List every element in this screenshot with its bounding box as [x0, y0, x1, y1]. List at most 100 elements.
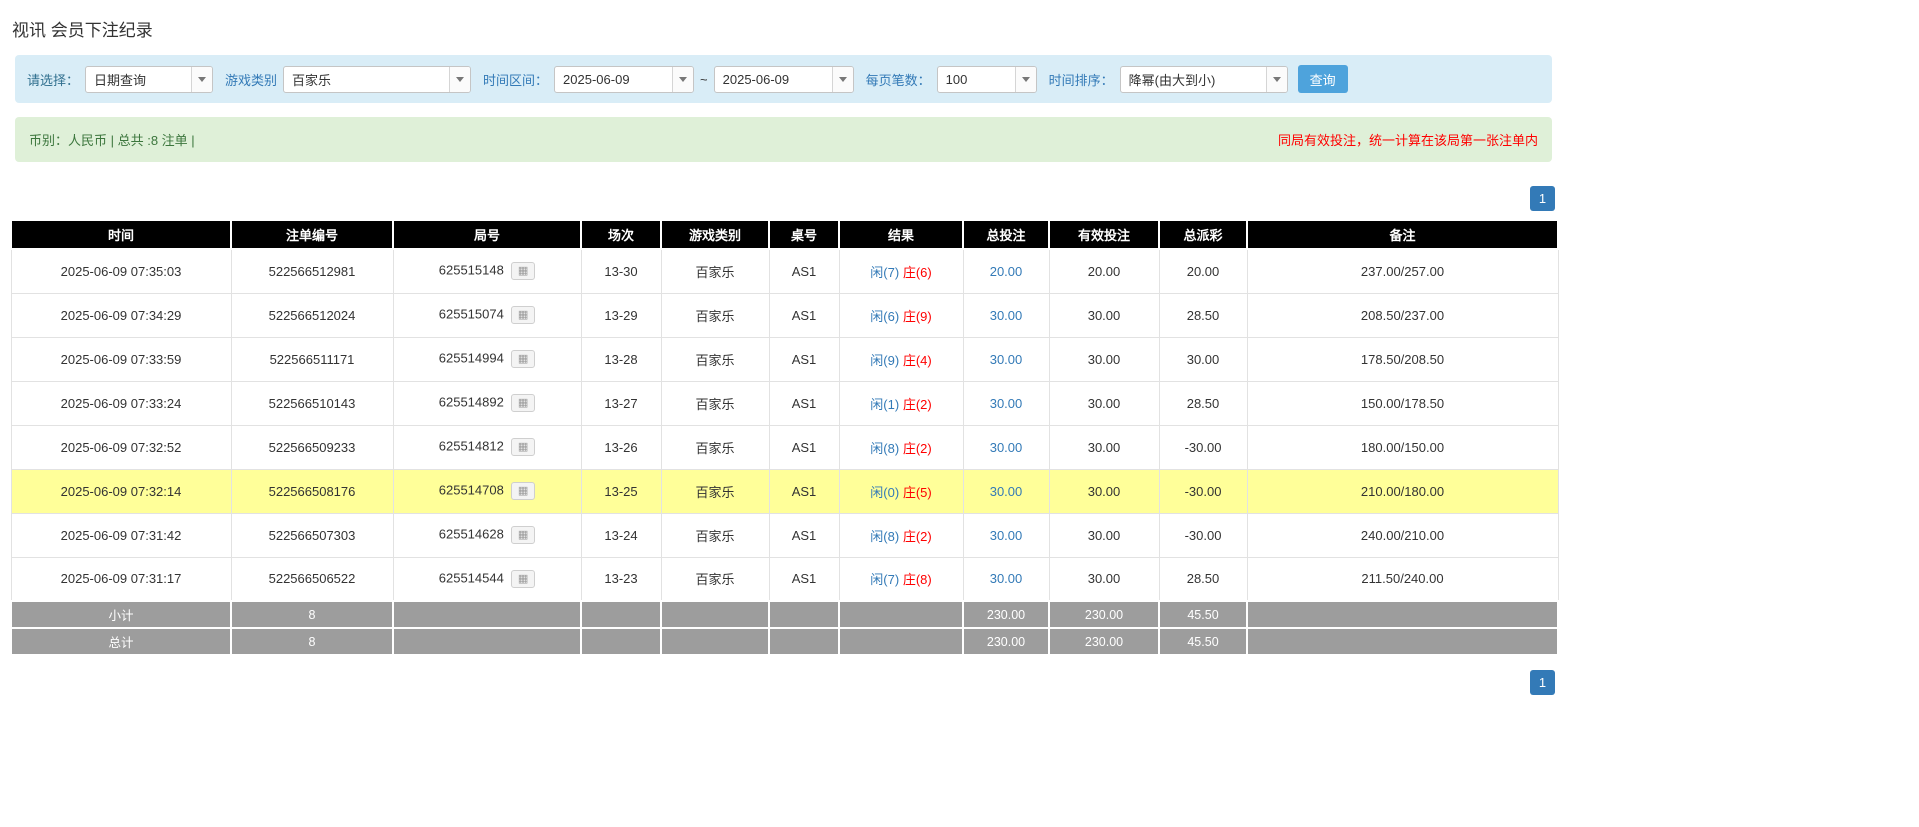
- footer-cell: 230.00: [963, 601, 1049, 628]
- sort-label: 时间排序：: [1049, 70, 1114, 89]
- cell-valid-bet: 20.00: [1049, 249, 1159, 293]
- column-header: 结果: [839, 220, 963, 249]
- round-detail-icon[interactable]: ▦: [511, 526, 535, 544]
- sort-select[interactable]: 降幂(由大到小): [1120, 66, 1288, 93]
- cell-total-bet: 30.00: [963, 513, 1049, 557]
- cell-round-id: 625515074▦: [393, 293, 581, 337]
- cell-result: 闲(0) 庄(5): [839, 469, 963, 513]
- cell-round-id: 625515148▦: [393, 249, 581, 293]
- column-header: 注单编号: [231, 220, 393, 249]
- footer-cell: 230.00: [1049, 601, 1159, 628]
- footer-cell: 总计: [11, 628, 231, 655]
- cell-table-no: AS1: [769, 425, 839, 469]
- round-id: 625514812: [439, 438, 504, 453]
- total-bet-link[interactable]: 30.00: [990, 440, 1023, 455]
- footer-cell: 230.00: [963, 628, 1049, 655]
- column-header: 场次: [581, 220, 661, 249]
- cell-total-bet: 20.00: [963, 249, 1049, 293]
- cell-time: 2025-06-09 07:31:42: [11, 513, 231, 557]
- footer-cell: [581, 601, 661, 628]
- total-bet-link[interactable]: 30.00: [990, 571, 1023, 586]
- result-banker: 庄(2): [903, 529, 932, 544]
- chevron-down-icon[interactable]: [191, 67, 212, 92]
- round-detail-icon[interactable]: ▦: [511, 570, 535, 588]
- total-bet-link[interactable]: 20.00: [990, 264, 1023, 279]
- result-banker: 庄(4): [903, 353, 932, 368]
- result-banker: 庄(6): [903, 265, 932, 280]
- cell-bet-id: 522566508176: [231, 469, 393, 513]
- round-detail-icon[interactable]: ▦: [511, 438, 535, 456]
- search-button[interactable]: 查询: [1298, 65, 1348, 93]
- cell-total-bet: 30.00: [963, 337, 1049, 381]
- page-button-1[interactable]: 1: [1530, 670, 1555, 695]
- cell-time: 2025-06-09 07:33:24: [11, 381, 231, 425]
- chevron-down-icon[interactable]: [1266, 67, 1287, 92]
- cell-round-id: 625514544 ▦: [393, 557, 581, 601]
- round-detail-icon[interactable]: ▦: [511, 482, 535, 500]
- total-bet-link[interactable]: 30.00: [990, 308, 1023, 323]
- round-detail-icon[interactable]: ▦: [511, 394, 535, 412]
- date-from-select[interactable]: 2025-06-09: [554, 66, 694, 93]
- footer-cell: 45.50: [1159, 601, 1247, 628]
- cell-table-no: AS1: [769, 337, 839, 381]
- cell-bet-id: 522566510143: [231, 381, 393, 425]
- time-range-label: 时间区间：: [483, 70, 548, 89]
- round-detail-icon[interactable]: ▦: [511, 262, 535, 280]
- cell-round-id: 625514708▦: [393, 469, 581, 513]
- cell-time: 2025-06-09 07:35:03: [11, 249, 231, 293]
- total-bet-link[interactable]: 30.00: [990, 484, 1023, 499]
- total-bet-link[interactable]: 30.00: [990, 528, 1023, 543]
- page: 视讯 会员下注纪录 请选择： 日期查询 游戏类别 百家乐 时间区间： 2025-…: [0, 0, 1567, 695]
- query-type-label: 请选择：: [27, 70, 79, 89]
- total-bet-link[interactable]: 30.00: [990, 396, 1023, 411]
- cell-session: 13-30: [581, 249, 661, 293]
- date-range-separator: ~: [700, 72, 708, 87]
- pagination-top: 1: [10, 186, 1555, 211]
- total-bet-link[interactable]: 30.00: [990, 352, 1023, 367]
- chevron-down-icon[interactable]: [449, 67, 470, 92]
- cell-remark: 240.00/210.00: [1247, 513, 1558, 557]
- chevron-down-icon[interactable]: [1015, 67, 1036, 92]
- page-size-select[interactable]: 100: [937, 66, 1037, 93]
- cell-payout: -30.00: [1159, 513, 1247, 557]
- result-player: 闲(8): [870, 441, 899, 456]
- column-header: 局号: [393, 220, 581, 249]
- column-header: 时间: [11, 220, 231, 249]
- cell-remark: 211.50/240.00: [1247, 557, 1558, 601]
- bet-records-table: 时间注单编号局号场次游戏类别桌号结果总投注有效投注总派彩备注 2025-06-0…: [10, 219, 1559, 656]
- game-type-value: 百家乐: [284, 67, 449, 92]
- table-row: 2025-06-09 07:33:59522566511171625514994…: [11, 337, 1558, 381]
- cell-game-type: 百家乐: [661, 381, 769, 425]
- cell-session: 13-27: [581, 381, 661, 425]
- cell-table-no: AS1: [769, 469, 839, 513]
- column-header: 总派彩: [1159, 220, 1247, 249]
- cell-result: 闲(9) 庄(4): [839, 337, 963, 381]
- sort-value: 降幂(由大到小): [1121, 67, 1266, 92]
- game-type-select[interactable]: 百家乐: [283, 66, 471, 93]
- date-to-select[interactable]: 2025-06-09: [714, 66, 854, 93]
- cell-remark: 150.00/178.50: [1247, 381, 1558, 425]
- cell-remark: 237.00/257.00: [1247, 249, 1558, 293]
- round-detail-icon[interactable]: ▦: [511, 350, 535, 368]
- footer-cell: 45.50: [1159, 628, 1247, 655]
- result-player: 闲(8): [870, 529, 899, 544]
- cell-valid-bet: 30.00: [1049, 557, 1159, 601]
- chevron-down-icon[interactable]: [832, 67, 853, 92]
- page-size-value: 100: [938, 67, 1015, 92]
- cell-total-bet: 30.00: [963, 293, 1049, 337]
- round-detail-icon[interactable]: ▦: [511, 306, 535, 324]
- cell-valid-bet: 30.00: [1049, 337, 1159, 381]
- cell-session: 13-28: [581, 337, 661, 381]
- summary-bar: 币别：人民币 | 总共 :8 注单 | 同局有效投注，统一计算在该局第一张注单内: [15, 117, 1552, 162]
- chevron-down-icon[interactable]: [672, 67, 693, 92]
- cell-total-bet: 30.00: [963, 469, 1049, 513]
- cell-table-no: AS1: [769, 293, 839, 337]
- cell-remark: 208.50/237.00: [1247, 293, 1558, 337]
- round-id: 625514544: [439, 570, 504, 585]
- cell-payout: 20.00: [1159, 249, 1247, 293]
- query-type-select[interactable]: 日期查询: [85, 66, 213, 93]
- page-button-1[interactable]: 1: [1530, 186, 1555, 211]
- cell-time: 2025-06-09 07:31:17: [11, 557, 231, 601]
- column-header: 总投注: [963, 220, 1049, 249]
- cell-payout: 28.50: [1159, 293, 1247, 337]
